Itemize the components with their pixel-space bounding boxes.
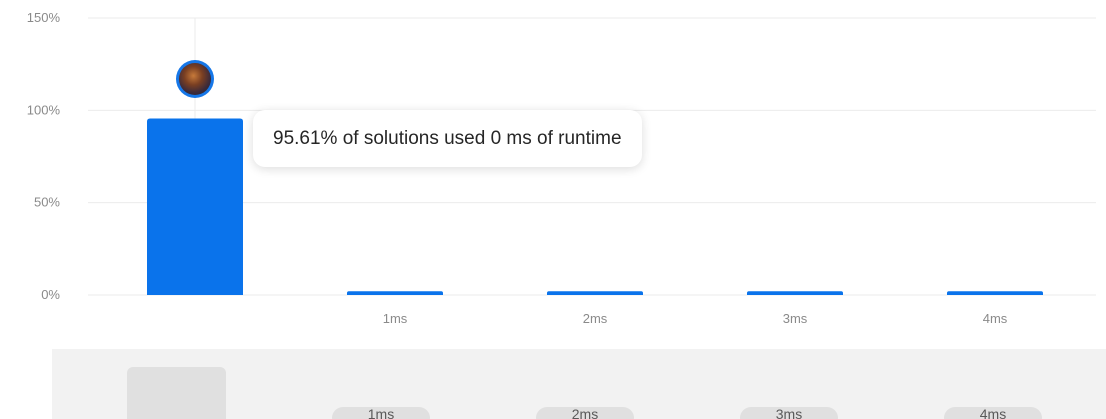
brush-label-2ms[interactable]: 2ms (536, 407, 634, 419)
x-tick-label: 4ms (983, 311, 1008, 326)
avatar-image (179, 63, 211, 95)
user-avatar[interactable] (176, 60, 214, 98)
y-tick-label: 100% (27, 102, 61, 117)
chart-tooltip: 95.61% of solutions used 0 ms of runtime (253, 110, 642, 167)
runtime-distribution-chart: 0% 50% 100% 150% 1ms 2ms 3ms 4ms (27, 10, 1096, 326)
bar-4 (947, 291, 1043, 295)
brush-bar-0ms[interactable] (127, 367, 226, 419)
bar-3 (747, 291, 843, 295)
bar-1 (347, 291, 443, 295)
range-brush[interactable]: 1ms 2ms 3ms 4ms (52, 349, 1106, 419)
x-tick-label: 1ms (383, 311, 408, 326)
y-tick-label: 150% (27, 10, 61, 25)
brush-label-1ms[interactable]: 1ms (332, 407, 430, 419)
y-tick-label: 50% (34, 195, 60, 210)
x-tick-label: 2ms (583, 311, 608, 326)
brush-label-3ms[interactable]: 3ms (740, 407, 838, 419)
bar-2 (547, 291, 643, 295)
runtime-distribution-panel: 0% 50% 100% 150% 1ms 2ms 3ms 4ms 95.61% of solu… (0, 0, 1106, 419)
bar-0 (147, 118, 243, 295)
brush-label-4ms[interactable]: 4ms (944, 407, 1042, 419)
y-tick-label: 0% (41, 287, 60, 302)
tooltip-text: 95.61% of solutions used 0 ms of runtime (273, 127, 622, 149)
x-tick-label: 3ms (783, 311, 808, 326)
